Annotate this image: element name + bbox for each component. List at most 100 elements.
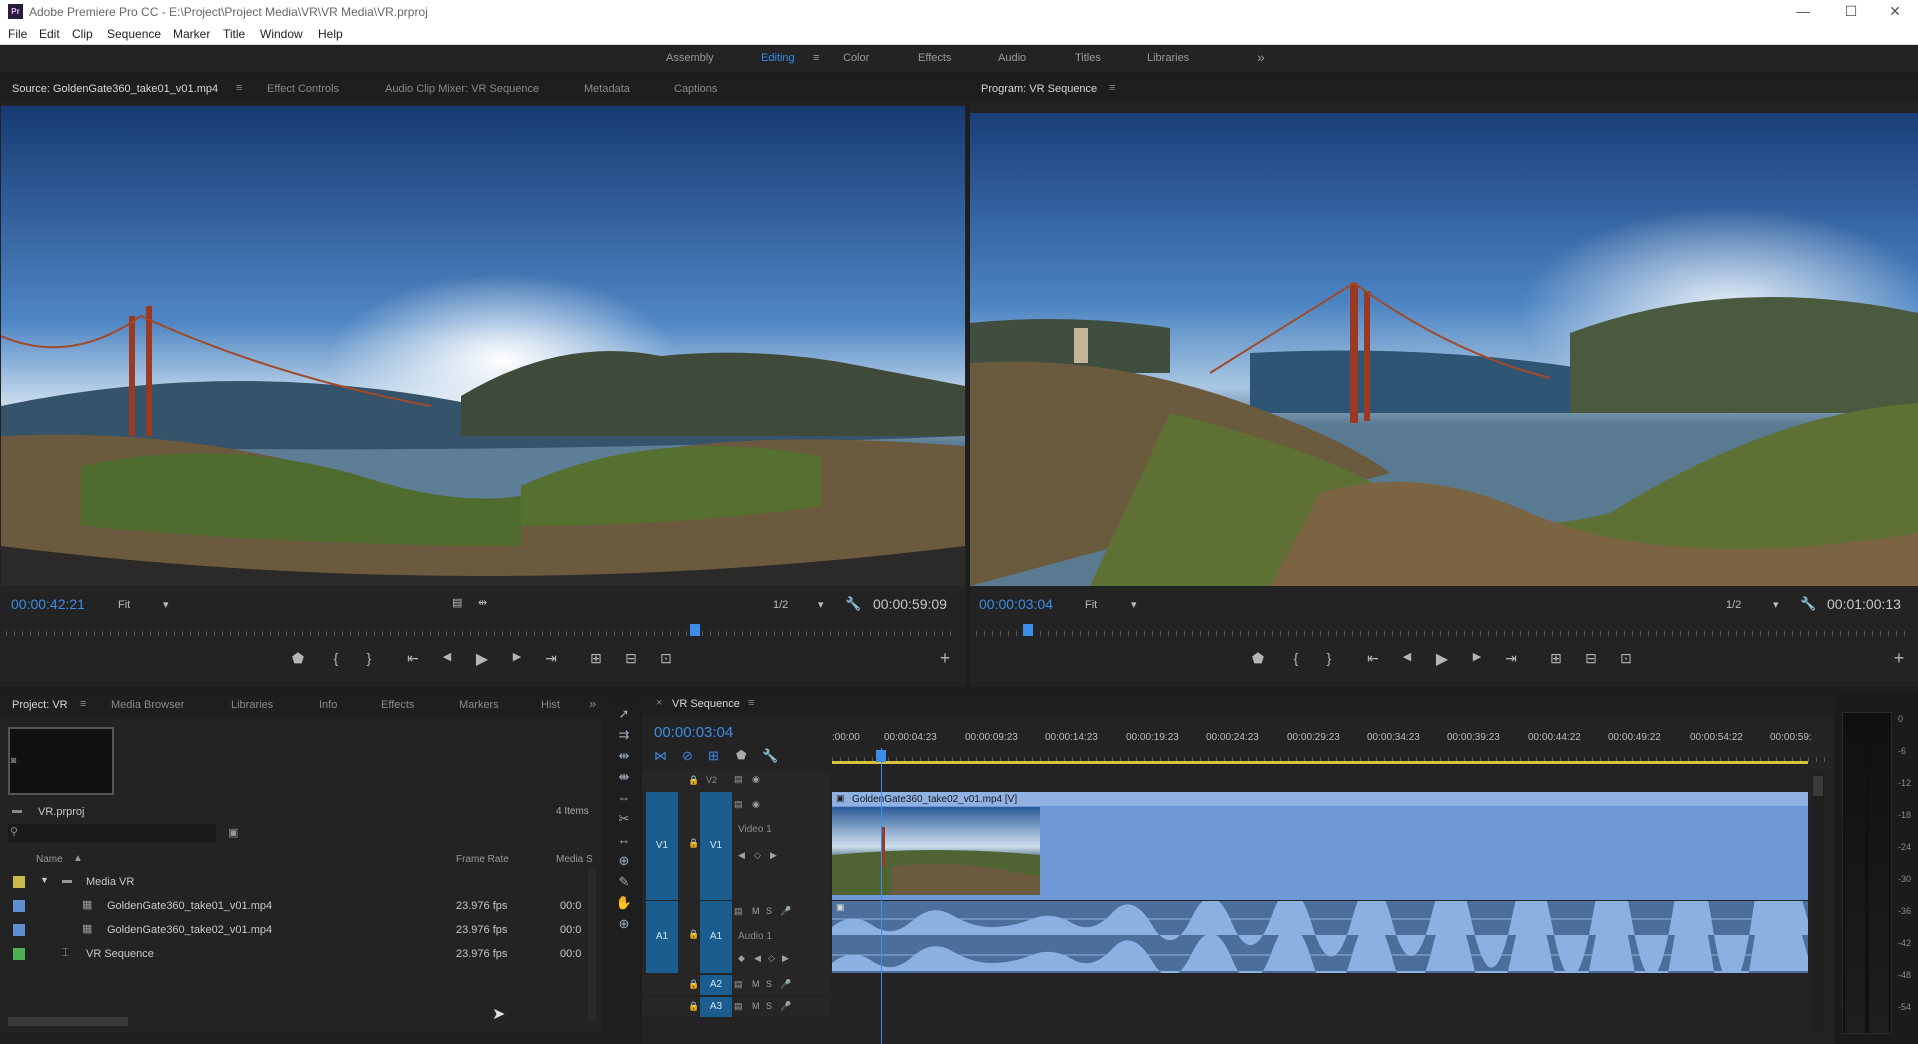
program-resolution-select[interactable]: 1/2 [1726, 599, 1741, 611]
label-color-swatch[interactable] [13, 900, 25, 912]
workspace-editing[interactable]: Editing [761, 52, 795, 64]
tab-media-browser[interactable]: Media Browser [111, 699, 184, 711]
slip-tool-icon[interactable]: ↔ [611, 832, 637, 852]
play-icon[interactable]: ▶ [1432, 649, 1452, 669]
track-target-a3[interactable]: A3 [700, 997, 732, 1017]
lock-icon[interactable]: 🔒 [688, 838, 699, 849]
project-search-input[interactable]: ⚲ [8, 824, 216, 842]
menu-marker[interactable]: Marker [173, 27, 210, 41]
tab-vr-sequence[interactable]: VR Sequence [672, 698, 740, 710]
solo-button[interactable]: S [766, 1001, 772, 1011]
chevron-down-icon[interactable]: ▾ [1773, 598, 1779, 611]
source-timecode[interactable]: 00:00:42:21 [11, 596, 85, 612]
tab-info[interactable]: Info [319, 699, 337, 711]
step-forward-icon[interactable]: ▶ [1467, 650, 1487, 663]
source-playhead[interactable] [690, 624, 700, 636]
step-back-icon[interactable]: ◀ [437, 650, 457, 663]
source-patch-a1[interactable]: A1 [646, 901, 678, 973]
source-video-frame[interactable] [1, 106, 965, 586]
sort-ascending-icon[interactable]: ▲ [73, 853, 83, 864]
tab-metadata[interactable]: Metadata [584, 83, 630, 95]
workspace-audio[interactable]: Audio [998, 52, 1026, 64]
tab-source[interactable]: Source: GoldenGate360_take01_v01.mp4 [12, 83, 218, 95]
button-editor-add-icon[interactable]: + [935, 648, 955, 669]
selection-tool-icon[interactable]: ➚ [611, 706, 637, 726]
lock-icon[interactable]: 🔒 [688, 1001, 699, 1012]
column-frame-rate[interactable]: Frame Rate [456, 854, 509, 865]
chevron-down-icon[interactable]: ▾ [818, 598, 824, 611]
menu-sequence[interactable]: Sequence [107, 27, 161, 41]
mark-out-icon[interactable]: } [359, 650, 379, 666]
lock-icon[interactable]: 🔒 [688, 929, 699, 940]
step-back-icon[interactable]: ◀ [1397, 650, 1417, 663]
timeline-tick-ruler[interactable] [832, 748, 1832, 762]
list-item[interactable]: ⌶ VR Sequence 23.976 fps 00:0 [0, 942, 585, 966]
tab-project[interactable]: Project: VR [12, 699, 68, 711]
button-editor-add-icon[interactable]: + [1889, 648, 1909, 669]
project-panel-menu-icon[interactable]: ≡ [80, 698, 86, 710]
label-color-swatch[interactable] [13, 924, 25, 936]
razor-tool-icon[interactable]: ✂ [611, 811, 637, 831]
track-target-a1[interactable]: A1 [700, 901, 732, 973]
track-label-v2[interactable]: V2 [706, 775, 717, 785]
work-area-bar[interactable] [832, 761, 1808, 764]
project-overflow-icon[interactable]: » [589, 696, 596, 711]
close-window-button[interactable]: ✕ [1872, 0, 1918, 23]
eye-icon[interactable]: ◉ [752, 799, 760, 810]
lift-icon[interactable]: ⊞ [1546, 650, 1566, 667]
list-item[interactable]: ▼ ▬ Media VR [0, 870, 585, 894]
timeline-playhead[interactable] [875, 750, 886, 762]
marker-icon[interactable]: ⬟ [1248, 650, 1268, 667]
workspace-titles[interactable]: Titles [1075, 52, 1101, 64]
close-tab-icon[interactable]: × [656, 697, 662, 709]
project-vertical-scrollbar[interactable] [588, 870, 596, 1020]
scrollbar-thumb[interactable] [1813, 776, 1823, 796]
extract-icon[interactable]: ⊟ [1581, 650, 1601, 667]
source-patch-v1[interactable]: V1 [646, 792, 678, 900]
go-to-in-icon[interactable]: ⇤ [403, 650, 423, 667]
step-forward-icon[interactable]: ▶ [507, 650, 527, 663]
nest-sequence-icon[interactable]: ⊞ [708, 748, 719, 764]
tab-effects[interactable]: Effects [381, 699, 414, 711]
source-fit-select[interactable]: Fit [118, 599, 130, 611]
menu-help[interactable]: Help [318, 27, 343, 41]
settings-panel-icon[interactable]: ▤ [452, 596, 462, 609]
mark-in-icon[interactable]: { [326, 650, 346, 666]
timeline-playhead-line[interactable] [880, 748, 882, 1044]
track-select-tool-icon[interactable]: ⇉ [611, 727, 637, 747]
pen-tool-icon[interactable]: ✎ [611, 874, 637, 894]
microphone-icon[interactable]: 🎤 [780, 906, 791, 917]
label-color-swatch[interactable] [13, 948, 25, 960]
tab-captions[interactable]: Captions [674, 83, 717, 95]
linked-selection-icon[interactable]: ⊘ [682, 748, 693, 764]
track-name-video1[interactable]: Video 1 [738, 824, 772, 835]
export-frame-icon[interactable]: ⊡ [656, 650, 676, 667]
go-to-out-icon[interactable]: ⇥ [1501, 650, 1521, 667]
workspace-effects[interactable]: Effects [918, 52, 951, 64]
sync-lock-icon[interactable]: ▤ [734, 979, 743, 990]
hand-tool-icon[interactable]: ✋ [611, 895, 637, 915]
mark-out-icon[interactable]: } [1319, 650, 1339, 666]
column-name[interactable]: Name [36, 854, 63, 865]
rolling-edit-tool-icon[interactable]: ⇼ [611, 769, 637, 789]
disclosure-triangle-icon[interactable]: ▼ [40, 875, 49, 885]
play-icon[interactable]: ▶ [472, 649, 492, 669]
tab-history[interactable]: Hist [541, 699, 560, 711]
go-to-out-icon[interactable]: ⇥ [541, 650, 561, 667]
workspace-assembly[interactable]: Assembly [666, 52, 714, 64]
source-time-ruler[interactable] [6, 622, 956, 636]
solo-button[interactable]: S [766, 906, 772, 916]
mute-button[interactable]: M [752, 1001, 760, 1011]
mute-button[interactable]: M [752, 979, 760, 989]
solo-button[interactable]: S [766, 979, 772, 989]
lock-icon[interactable]: 🔒 [688, 979, 699, 990]
tab-libraries[interactable]: Libraries [231, 699, 273, 711]
menu-window[interactable]: Window [260, 27, 303, 41]
sync-lock-icon[interactable]: ▤ [734, 799, 743, 810]
new-bin-from-search-icon[interactable]: ▣ [228, 826, 238, 839]
tab-audio-clip-mixer[interactable]: Audio Clip Mixer: VR Sequence [385, 83, 539, 95]
source-resolution-select[interactable]: 1/2 [773, 599, 788, 611]
lock-icon[interactable]: 🔒 [688, 775, 699, 786]
next-keyframe-icon[interactable]: ▶ [782, 953, 789, 964]
label-color-swatch[interactable] [13, 876, 25, 888]
